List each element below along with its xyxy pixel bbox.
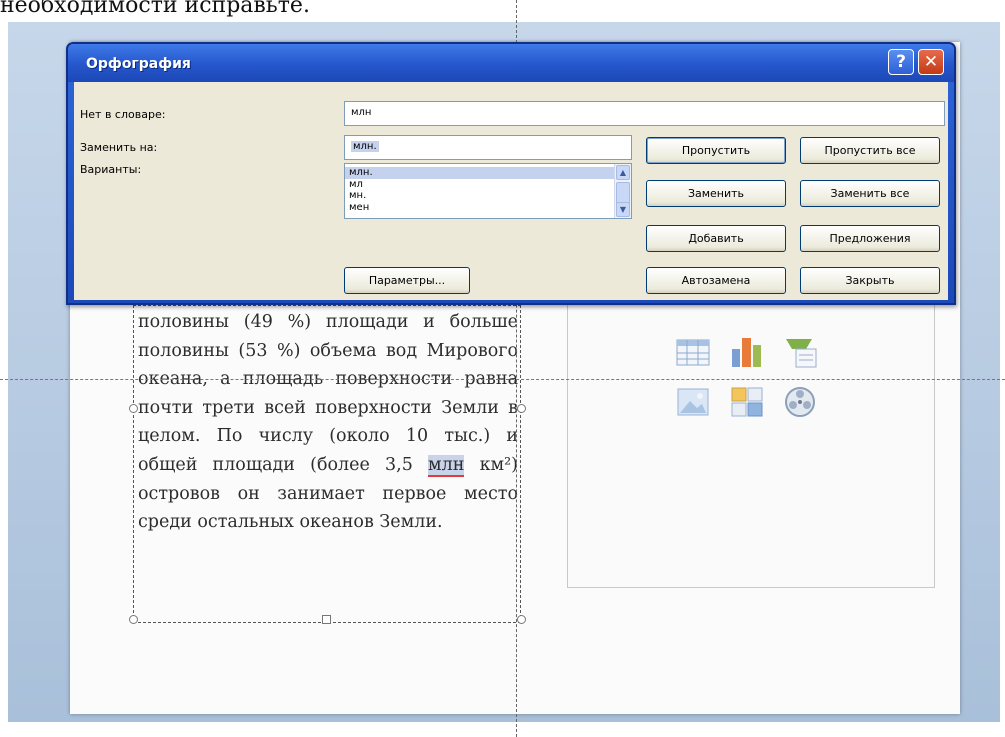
horizontal-guide [0,379,1005,380]
replace-with-input[interactable]: млн. [344,135,632,160]
variant-item[interactable]: мен [345,202,631,214]
suggestions-button[interactable]: Предложения [800,225,940,252]
scroll-up-icon[interactable]: ▲ [616,165,630,180]
smartart-icon[interactable] [782,335,818,369]
add-to-dictionary-button[interactable]: Добавить [646,225,786,252]
replace-button[interactable]: Заменить [646,180,786,207]
replace-all-button[interactable]: Заменить все [800,180,940,207]
table-icon[interactable] [675,335,711,369]
picture-icon[interactable] [675,385,711,419]
resize-handle[interactable] [129,615,138,624]
clipart-icon[interactable] [729,385,765,419]
replace-with-label: Заменить на: [80,141,158,154]
variant-item[interactable]: млн. [345,167,631,179]
variants-scrollbar[interactable]: ▲ ▼ [614,164,631,218]
variants-list[interactable]: млн. мл мн. мен ▲ ▼ [344,163,632,219]
resize-handle[interactable] [129,404,138,413]
dialog-title: Орфография [86,56,191,72]
dialog-titlebar[interactable]: Орфография ? ✕ [68,44,954,82]
chart-icon[interactable] [729,335,765,369]
variant-item[interactable]: мл [345,179,631,191]
skip-all-button[interactable]: Пропустить все [800,137,940,164]
scroll-down-icon[interactable]: ▼ [616,202,630,217]
resize-handle[interactable] [517,615,526,624]
resize-handle[interactable] [322,615,331,624]
replace-with-value: млн. [351,141,379,152]
content-placeholder [567,300,935,588]
dialog-client-area: Нет в словаре: млн Заменить на: млн. Вар… [74,82,948,300]
misspelled-word[interactable]: млн [428,454,465,477]
not-in-dictionary-value: млн [351,107,372,118]
skip-button[interactable]: Пропустить [646,137,786,164]
options-button[interactable]: Параметры... [344,267,470,294]
help-button[interactable]: ? [888,49,914,75]
spelling-dialog: Орфография ? ✕ Нет в словаре: млн Замени… [66,42,956,305]
close-dialog-button[interactable]: Закрыть [800,267,940,294]
variants-label: Варианты: [80,163,142,176]
not-in-dictionary-field[interactable]: млн [344,101,945,126]
slide-text[interactable]: половины (49 %) площади и больше половин… [138,308,518,537]
slide-text-before: половины (49 %) площади и больше половин… [138,312,518,475]
close-window-button[interactable]: ✕ [918,49,944,75]
not-in-dictionary-label: Нет в словаре: [80,108,166,121]
resize-handle[interactable] [517,404,526,413]
media-icon[interactable] [782,385,818,419]
autocorrect-button[interactable]: Автозамена [646,267,786,294]
variant-item[interactable]: мн. [345,190,631,202]
